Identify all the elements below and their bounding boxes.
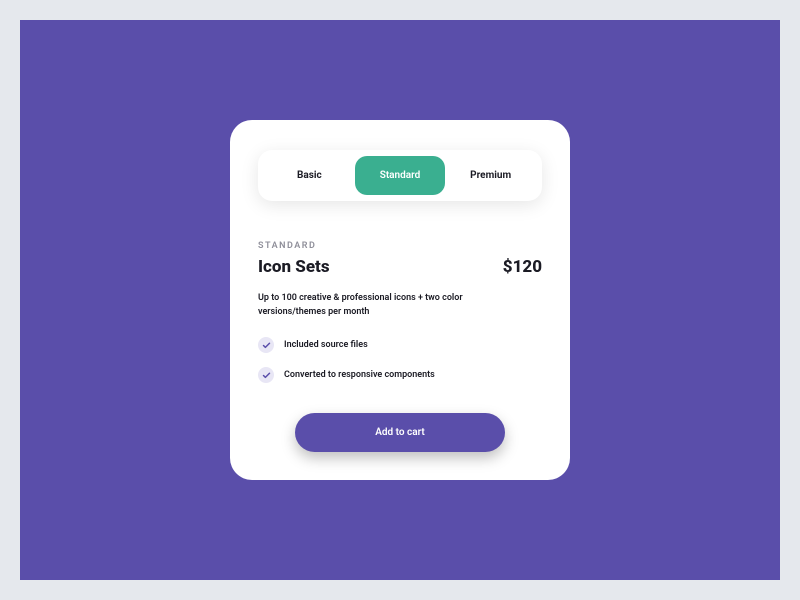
feature-text: Included source files: [284, 340, 368, 350]
feature-item: Included source files: [258, 337, 542, 353]
tab-standard[interactable]: Standard: [355, 156, 446, 195]
plan-price: $120: [503, 257, 542, 277]
pricing-card: Basic Standard Premium STANDARD Icon Set…: [230, 120, 570, 481]
stage: Basic Standard Premium STANDARD Icon Set…: [20, 20, 780, 580]
feature-item: Converted to responsive components: [258, 367, 542, 383]
check-icon: [258, 337, 274, 353]
tab-basic[interactable]: Basic: [264, 156, 355, 195]
plan-label: STANDARD: [258, 241, 542, 251]
plan-tab-bar: Basic Standard Premium: [258, 150, 542, 201]
cta-wrap: Add to cart: [258, 413, 542, 452]
add-to-cart-button[interactable]: Add to cart: [295, 413, 505, 452]
tab-premium[interactable]: Premium: [445, 156, 536, 195]
title-row: Icon Sets $120: [258, 257, 542, 277]
plan-description: Up to 100 creative & professional icons …: [258, 291, 519, 320]
check-icon: [258, 367, 274, 383]
feature-text: Converted to responsive components: [284, 370, 435, 380]
plan-title: Icon Sets: [258, 257, 330, 277]
